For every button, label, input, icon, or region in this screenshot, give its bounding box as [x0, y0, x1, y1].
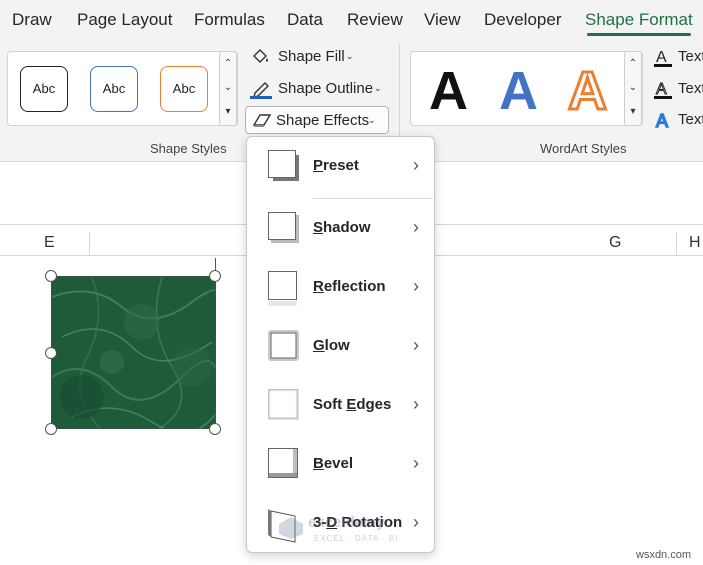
wordart-style-orange-outline[interactable]: A [567, 63, 609, 120]
active-tab-indicator [587, 33, 691, 36]
menu-item-bevel[interactable]: Bevel › [247, 435, 434, 493]
tab-formulas[interactable]: Formulas [194, 10, 265, 30]
menu-item-soft-edges[interactable]: Soft Edges › [247, 376, 434, 434]
glow-icon [268, 330, 299, 361]
text-fill-icon: A [654, 49, 672, 67]
shape-effects-icon [252, 114, 272, 127]
tab-shape-format[interactable]: Shape Format [585, 10, 693, 30]
scroll-down-icon[interactable]: ⌄ [220, 77, 236, 99]
shape-style-thumb-black[interactable]: Abc [20, 66, 68, 112]
text-effects-icon: A [655, 110, 669, 130]
column-header-h[interactable]: H [689, 234, 701, 252]
paint-bucket-icon [253, 49, 268, 63]
shape-style-thumb-blue[interactable]: Abc [90, 66, 138, 112]
chevron-right-icon: › [413, 335, 419, 355]
menu-item-preset[interactable]: Preset › [247, 137, 434, 195]
column-header-e[interactable]: E [44, 234, 55, 252]
wordart-style-black[interactable]: A [429, 64, 468, 118]
column-separator [89, 232, 90, 256]
more-styles-icon[interactable]: ▾ [625, 101, 641, 123]
preset-icon [268, 150, 299, 181]
shape-styles-scroll: ⌃ ⌄ ▾ [219, 51, 237, 126]
ribbon-tabs: Draw Page Layout Formulas Data Review Vi… [0, 0, 703, 38]
tab-page-layout[interactable]: Page Layout [77, 10, 172, 30]
more-styles-icon[interactable]: ▾ [220, 101, 236, 123]
chevron-down-icon: ⌄ [346, 51, 354, 61]
site-watermark: wsxdn.com [636, 549, 692, 561]
chevron-down-icon: ⌄ [374, 83, 382, 93]
soft-edges-icon [268, 389, 299, 420]
wordart-style-blue[interactable]: A [499, 64, 538, 118]
shape-styles-gallery: Abc Abc Abc ⌃ ⌄ ▾ [7, 51, 238, 126]
text-outline-icon: A [654, 81, 672, 99]
shape-outline-button[interactable]: Shape Outline ⌄ [250, 79, 384, 101]
tab-data[interactable]: Data [287, 10, 323, 30]
shape-fill-button[interactable]: Shape Fill ⌄ [250, 47, 360, 69]
tab-developer[interactable]: Developer [484, 10, 562, 30]
chevron-right-icon: › [413, 217, 419, 237]
green-marble-texture [52, 277, 215, 428]
chevron-right-icon: › [413, 394, 419, 414]
scroll-up-icon[interactable]: ⌃ [625, 53, 641, 75]
wordart-styles-gallery: A A A ⌃ ⌄ ▾ [410, 51, 643, 126]
bevel-icon [268, 448, 298, 478]
pencil-outline-icon [250, 82, 272, 99]
shape-effects-menu: Preset › Shadow › Reflection › Glow › So… [246, 136, 435, 553]
resize-handle-bottom-left[interactable] [45, 423, 57, 435]
resize-handle-top-left[interactable] [45, 270, 57, 282]
menu-item-reflection[interactable]: Reflection › [247, 258, 434, 316]
tab-draw[interactable]: Draw [12, 10, 52, 30]
exceldemy-watermark: exceldemy EXCEL · DATA · BI [278, 514, 428, 550]
text-fill-button[interactable]: A Text [653, 47, 703, 69]
column-header-g[interactable]: G [609, 234, 621, 252]
column-separator [676, 232, 677, 256]
menu-item-shadow[interactable]: Shadow › [247, 199, 434, 257]
tab-view[interactable]: View [424, 10, 461, 30]
svg-text:A: A [656, 81, 667, 98]
chevron-right-icon: › [413, 276, 419, 296]
chevron-right-icon: › [413, 453, 419, 473]
shape-effects-button[interactable]: Shape Effects ⌄ [245, 106, 389, 134]
wordart-styles-scroll: ⌃ ⌄ ▾ [624, 51, 642, 126]
exceldemy-logo-icon [279, 517, 303, 539]
chevron-down-icon: ⌄ [368, 115, 376, 125]
selected-picture-shape[interactable] [51, 276, 216, 429]
group-label-shape-styles: Shape Styles [150, 141, 227, 156]
text-effects-button[interactable]: A Text [653, 110, 703, 132]
svg-text:A: A [656, 49, 667, 66]
group-label-wordart-styles: WordArt Styles [540, 141, 627, 156]
menu-item-glow[interactable]: Glow › [247, 317, 434, 375]
shape-style-thumb-orange[interactable]: Abc [160, 66, 208, 112]
resize-handle-bottom-right[interactable] [209, 423, 221, 435]
shadow-icon [268, 212, 299, 243]
svg-text:A: A [656, 111, 668, 130]
reflection-icon [268, 271, 297, 306]
chevron-right-icon: › [413, 155, 419, 175]
scroll-up-icon[interactable]: ⌃ [220, 53, 236, 75]
resize-handle-top-right[interactable] [209, 270, 221, 282]
resize-handle-middle-left[interactable] [45, 347, 57, 359]
text-outline-button[interactable]: A Text [653, 79, 703, 101]
tab-review[interactable]: Review [347, 10, 403, 30]
scroll-down-icon[interactable]: ⌄ [625, 77, 641, 99]
